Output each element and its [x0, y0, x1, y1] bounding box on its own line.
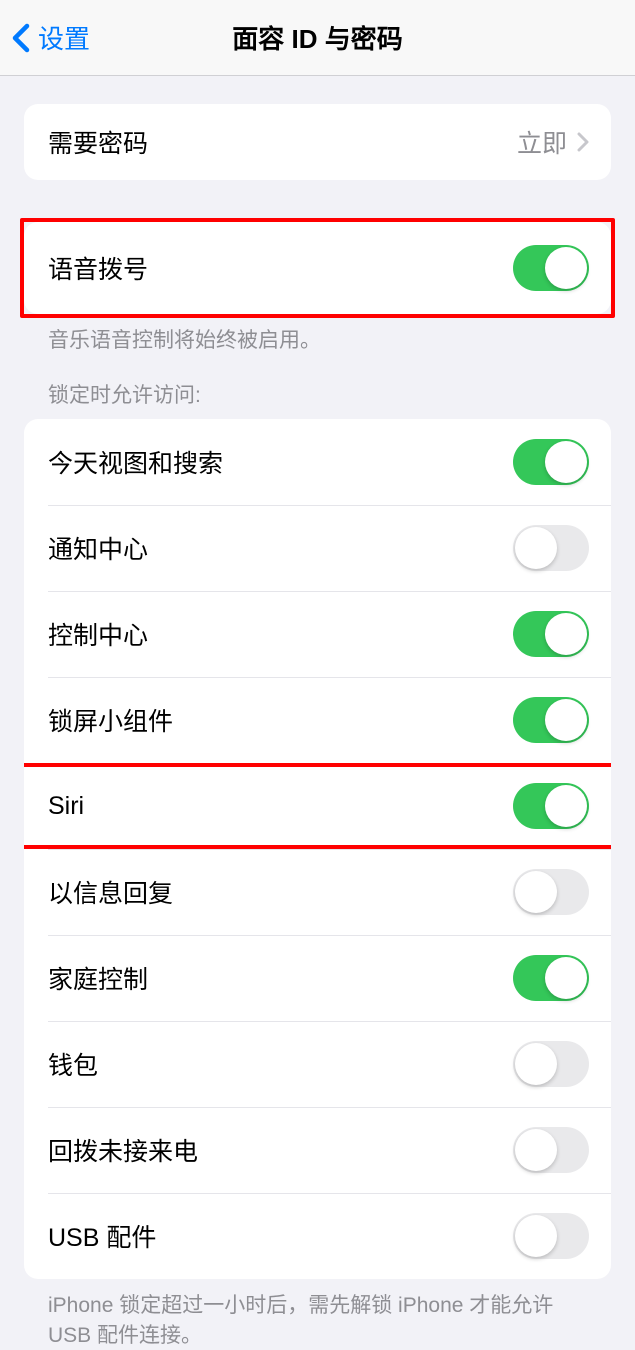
page-title: 面容 ID 与密码	[232, 19, 402, 56]
voice-dial-toggle[interactable]	[513, 245, 589, 291]
toggle-knob	[545, 247, 587, 289]
lock-access-label: 通知中心	[48, 530, 148, 566]
toggle-knob	[545, 957, 587, 999]
lock-access-label: 家庭控制	[48, 960, 148, 996]
lock-access-toggle[interactable]	[513, 697, 589, 743]
toggle-knob	[545, 441, 587, 483]
lock-access-label: 今天视图和搜索	[48, 444, 223, 480]
voice-dial-footer: 音乐语音控制将始终被启用。	[24, 314, 611, 355]
lock-access-toggle[interactable]	[513, 1127, 589, 1173]
voice-dial-row: 语音拨号	[24, 222, 611, 314]
lock-access-label: 以信息回复	[48, 874, 173, 910]
lock-access-header: 锁定时允许访问:	[24, 355, 611, 419]
lock-access-row: 钱包	[24, 1021, 611, 1107]
lock-access-row: 家庭控制	[24, 935, 611, 1021]
lock-access-group: 今天视图和搜索通知中心控制中心锁屏小组件 Siri 以信息回复家庭控制钱包回拨未接来…	[24, 419, 611, 1279]
toggle-knob	[515, 1043, 557, 1085]
lock-access-footer: iPhone 锁定超过一小时后，需先解锁 iPhone 才能允许 USB 配件连…	[24, 1279, 611, 1350]
toggle-knob	[515, 871, 557, 913]
lock-access-toggle[interactable]	[513, 1213, 589, 1259]
lock-access-toggle[interactable]	[513, 955, 589, 1001]
lock-access-row: USB 配件	[24, 1193, 611, 1279]
chevron-right-icon	[577, 132, 589, 152]
require-passcode-group: 需要密码 立即	[24, 104, 611, 180]
lock-access-toggle[interactable]	[513, 869, 589, 915]
lock-access-toggle[interactable]	[513, 783, 589, 829]
voice-dial-label: 语音拨号	[48, 250, 148, 286]
lock-access-row: 锁屏小组件	[24, 677, 611, 763]
lock-access-row: Siri	[24, 763, 611, 849]
lock-access-row: 回拨未接来电	[24, 1107, 611, 1193]
voice-dial-group: 语音拨号	[24, 222, 611, 314]
toggle-knob	[545, 699, 587, 741]
lock-access-toggle[interactable]	[513, 611, 589, 657]
lock-access-row: 今天视图和搜索	[24, 419, 611, 505]
lock-access-label: 锁屏小组件	[48, 702, 173, 738]
lock-access-row: 控制中心	[24, 591, 611, 677]
lock-access-label: Siri	[48, 792, 84, 821]
toggle-knob	[515, 1215, 557, 1257]
lock-access-row: 以信息回复	[24, 849, 611, 935]
back-button[interactable]: 设置	[0, 19, 90, 56]
toggle-knob	[545, 613, 587, 655]
lock-access-label: 回拨未接来电	[48, 1132, 198, 1168]
toggle-knob	[515, 1129, 557, 1171]
lock-access-row: 通知中心	[24, 505, 611, 591]
chevron-left-icon	[12, 23, 30, 53]
require-passcode-label: 需要密码	[48, 124, 148, 160]
lock-access-label: 钱包	[48, 1046, 98, 1082]
nav-bar: 设置 面容 ID 与密码	[0, 0, 635, 76]
require-passcode-row[interactable]: 需要密码 立即	[24, 104, 611, 180]
require-passcode-value: 立即	[517, 124, 567, 160]
lock-access-toggle[interactable]	[513, 525, 589, 571]
lock-access-toggle[interactable]	[513, 1041, 589, 1087]
toggle-knob	[545, 785, 587, 827]
lock-access-label: 控制中心	[48, 616, 148, 652]
toggle-knob	[515, 527, 557, 569]
back-label: 设置	[38, 19, 90, 56]
lock-access-toggle[interactable]	[513, 439, 589, 485]
row-value-wrap: 立即	[517, 124, 589, 160]
lock-access-label: USB 配件	[48, 1218, 156, 1254]
